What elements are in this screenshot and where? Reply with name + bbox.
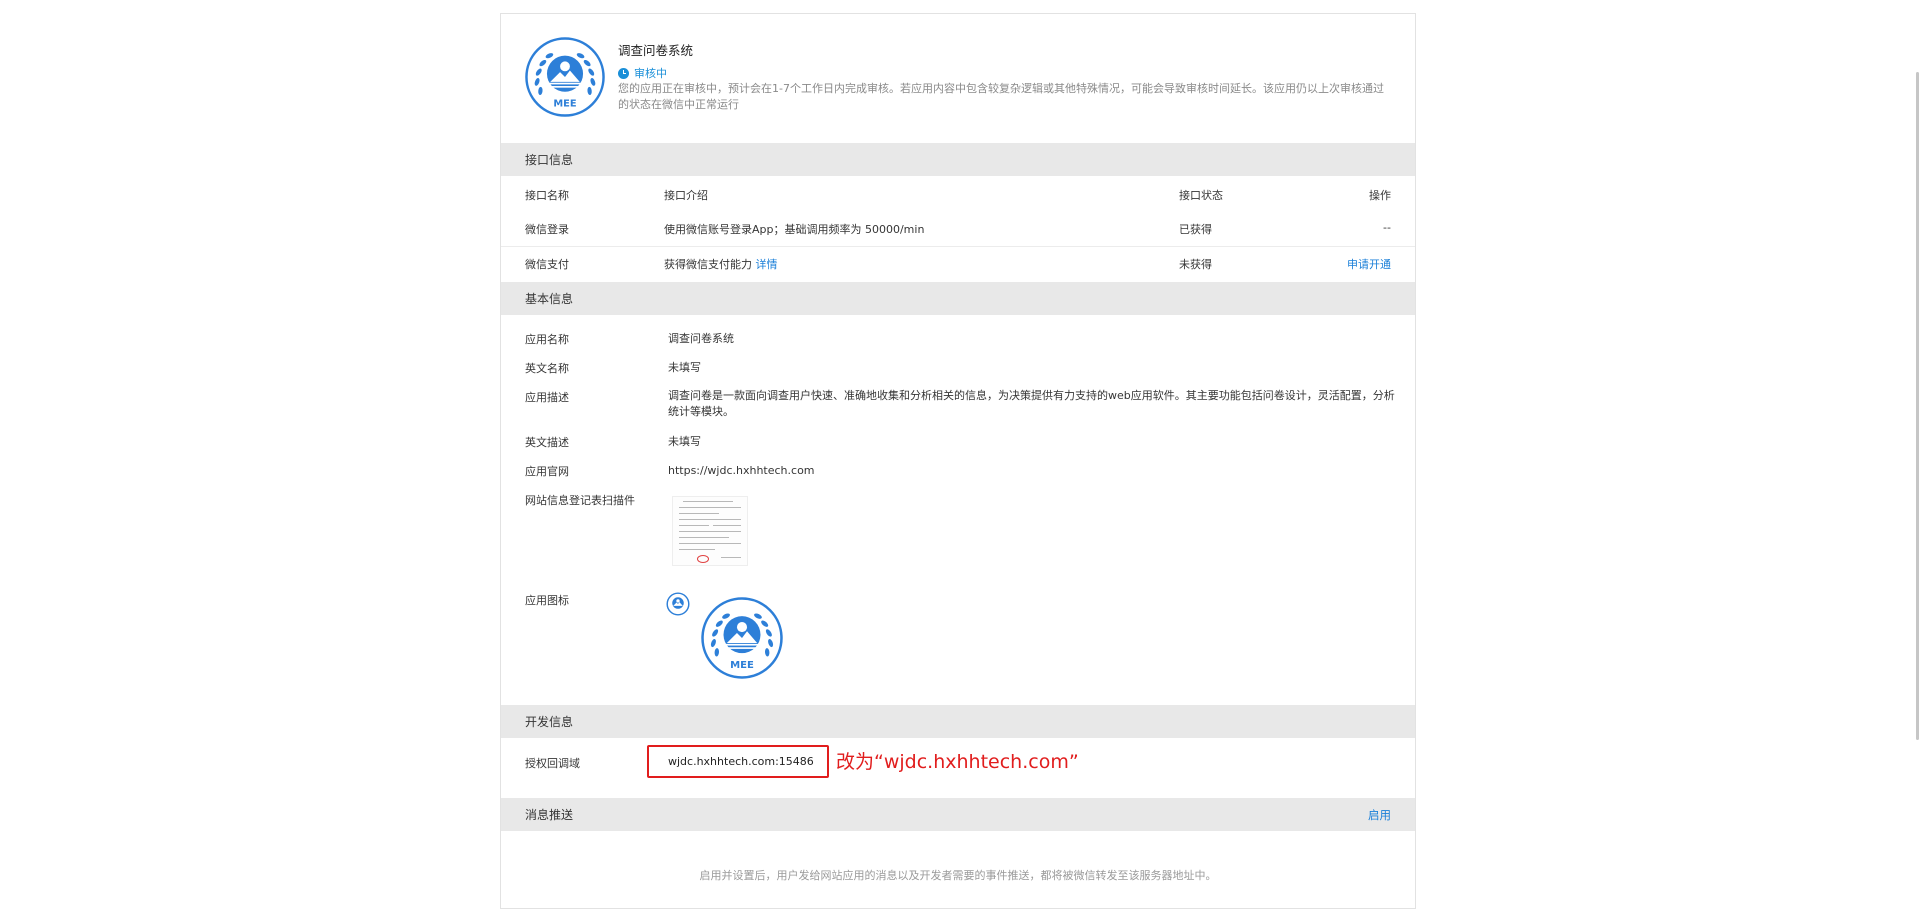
interface-name: 微信支付: [525, 258, 569, 271]
registration-form-thumbnail[interactable]: [672, 496, 748, 566]
column-header: 接口名称: [525, 189, 569, 202]
interface-desc-text: 获得微信支付能力: [664, 258, 752, 271]
app-header: MEE 调查问卷系统 审核中 您的应用正在审核中，预计会在1-7个工作日内完成审…: [501, 14, 1415, 142]
review-status-label: 审核中: [634, 67, 667, 80]
section-title: 基本信息: [525, 292, 574, 306]
en-name-value: 未填写: [668, 361, 701, 374]
review-status: 审核中: [618, 65, 667, 81]
details-link[interactable]: 详情: [756, 258, 778, 271]
interface-action: --: [1383, 221, 1391, 234]
svg-text:MEE: MEE: [730, 660, 754, 671]
section-dev-info: 开发信息: [501, 705, 1415, 738]
apply-open-link[interactable]: 申请开通: [1347, 256, 1391, 272]
interface-name: 微信登录: [525, 223, 569, 236]
section-interface-info: 接口信息: [501, 143, 1415, 176]
callback-domain-text: wjdc.hxhhtech.com:15486: [668, 755, 814, 768]
svg-text:MEE: MEE: [553, 99, 576, 110]
interface-desc: 使用微信账号登录App；基础调用频率为 50000/min: [664, 223, 925, 236]
section-basic-info: 基本信息: [501, 282, 1415, 315]
en-desc-label: 英文描述: [525, 436, 569, 449]
app-desc-value: 调查问卷是一款面向调查用户快速、准确地收集和分析相关的信息，为决策提供有力支持的…: [668, 389, 1395, 418]
column-header: 操作: [1369, 189, 1391, 202]
section-title: 开发信息: [525, 715, 574, 729]
clock-icon: [618, 67, 629, 79]
scrollbar-thumb[interactable]: [1916, 72, 1919, 740]
section-title: 消息推送: [525, 808, 574, 822]
website-value: https://wjdc.hxhhtech.com: [668, 464, 815, 477]
website-label: 应用官网: [525, 465, 569, 478]
edit-annotation: 改为“wjdc.hxhhtech.com”: [836, 751, 1079, 773]
column-header: 接口介绍: [664, 189, 708, 202]
app-icon-small: [666, 592, 690, 616]
app-name-label: 应用名称: [525, 333, 569, 346]
scan-label: 网站信息登记表扫描件: [525, 494, 635, 507]
en-name-label: 英文名称: [525, 362, 569, 375]
callback-domain-label: 授权回调域: [525, 757, 580, 770]
section-message-push: 消息推送 启用: [501, 798, 1415, 831]
en-desc-value: 未填写: [668, 435, 701, 448]
section-title: 接口信息: [525, 153, 574, 167]
column-header: 接口状态: [1179, 189, 1223, 202]
callback-domain-value: wjdc.hxhhtech.com:15486: [647, 745, 829, 778]
interface-state: 未获得: [1179, 258, 1212, 271]
app-icon-large: MEE: [700, 596, 784, 680]
interface-state: 已获得: [1179, 223, 1212, 236]
app-detail-card: MEE 调查问卷系统 审核中 您的应用正在审核中，预计会在1-7个工作日内完成审…: [500, 13, 1416, 909]
app-icon-label: 应用图标: [525, 594, 569, 607]
push-note: 启用并设置后，用户发给网站应用的消息以及开发者需要的事件推送，都将被微信转发至该…: [699, 869, 1217, 882]
app-desc-label: 应用描述: [525, 391, 569, 404]
enable-push-link[interactable]: 启用: [1368, 807, 1391, 823]
page-scrollbar[interactable]: [1912, 0, 1920, 909]
row-divider: [501, 246, 1415, 247]
app-name-value: 调查问卷系统: [668, 332, 734, 345]
interface-desc: 获得微信支付能力 详情: [664, 256, 778, 272]
mee-logo-icon: MEE: [524, 36, 606, 118]
review-notice: 您的应用正在审核中，预计会在1-7个工作日内完成审核。若应用内容中包含较复杂逻辑…: [618, 82, 1384, 111]
app-name: 调查问卷系统: [618, 43, 694, 58]
